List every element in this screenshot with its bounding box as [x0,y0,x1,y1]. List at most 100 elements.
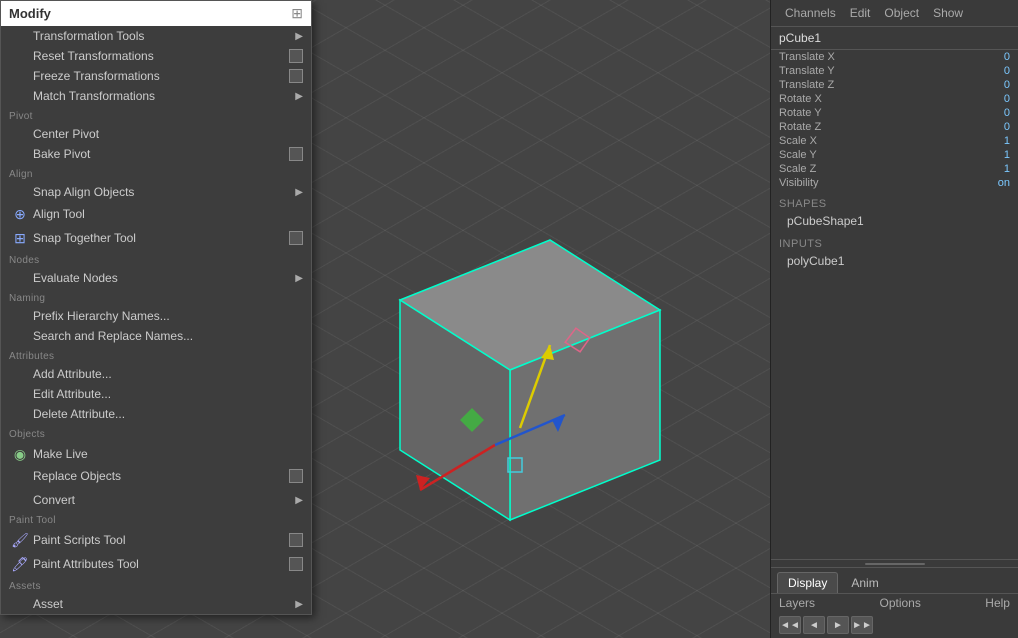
menu-item-paint-attributes-tool[interactable]: 🖊 Paint Attributes Tool [1,552,311,576]
menu-item-align-tool[interactable]: ⊕ Align Tool [1,202,311,226]
submenu-arrow: ▶ [295,599,303,610]
menu-item-transformation-tools[interactable]: Transformation Tools ▶ [1,26,311,46]
submenu-arrow: ▶ [295,273,303,284]
input-item-polycube1[interactable]: polyCube1 [771,252,1018,270]
section-assets: Assets [1,576,311,594]
menu-item-snap-together-tool[interactable]: ⊞ Snap Together Tool [1,226,311,250]
resize-handle[interactable] [865,563,925,565]
menu-items-container: Transformation Tools ▶ Reset Transformat… [1,26,311,614]
right-panel: Channels Edit Object Show pCube1 Transla… [770,0,1018,638]
item-label: Bake Pivot [33,147,90,161]
layers-btn[interactable]: Layers [779,596,815,610]
menu-item-convert[interactable]: Convert ▶ [1,490,311,510]
item-checkbox[interactable] [289,147,303,161]
tab-display[interactable]: Display [777,572,838,593]
menu-item-edit-attribute[interactable]: Edit Attribute... [1,384,311,404]
menu-item-asset[interactable]: Asset ▶ [1,594,311,614]
item-checkbox[interactable] [289,469,303,483]
channel-label: Visibility [779,177,819,189]
menu-item-make-live[interactable]: ◉ Make Live [1,442,311,466]
channel-value: 0 [970,107,1010,119]
channels-btn[interactable]: Channels [779,4,842,22]
item-label: Transformation Tools [33,29,144,43]
cube-container [320,180,700,560]
item-label: Delete Attribute... [33,407,125,421]
item-label: Center Pivot [33,127,99,141]
menu-item-evaluate-nodes[interactable]: Evaluate Nodes ▶ [1,268,311,288]
bottom-tabs: Display Anim [771,568,1018,594]
item-checkbox[interactable] [289,557,303,571]
channel-label: Rotate Y [779,107,822,119]
section-attributes: Attributes [1,346,311,364]
item-checkbox[interactable] [289,533,303,547]
submenu-arrow: ▶ [295,31,303,42]
item-checkbox[interactable] [289,231,303,245]
right-panel-header: Channels Edit Object Show [771,0,1018,27]
channel-value: 1 [970,163,1010,175]
section-nodes: Nodes [1,250,311,268]
nav-rewind-btn[interactable]: ◄◄ [779,616,801,634]
channels-list: Translate X 0 Translate Y 0 Translate Z … [771,50,1018,190]
item-label: Paint Attributes Tool [33,557,139,571]
show-btn[interactable]: Show [927,4,969,22]
item-label: Snap Together Tool [33,231,136,245]
menu-item-reset-transformations[interactable]: Reset Transformations [1,46,311,66]
menu-item-search-replace-names[interactable]: Search and Replace Names... [1,326,311,346]
channel-label: Translate Y [779,65,835,77]
channel-value: 0 [970,93,1010,105]
channel-visibility[interactable]: Visibility on [771,176,1018,190]
help-btn[interactable]: Help [985,596,1010,610]
shape-item-pcubeshape1[interactable]: pCubeShape1 [771,212,1018,230]
menu-item-delete-attribute[interactable]: Delete Attribute... [1,404,311,424]
inputs-section-header: INPUTS [771,234,1018,252]
menu-item-paint-scripts-tool[interactable]: 🖌 Paint Scripts Tool [1,528,311,552]
channel-scale-z[interactable]: Scale Z 1 [771,162,1018,176]
menu-search-icon[interactable]: ⊞ [291,5,303,22]
item-label: Paint Scripts Tool [33,533,126,547]
channel-label: Scale X [779,135,817,147]
options-btn[interactable]: Options [879,596,920,610]
channel-scale-x[interactable]: Scale X 1 [771,134,1018,148]
menu-item-match-transformations[interactable]: Match Transformations ▶ [1,86,311,106]
item-label: Reset Transformations [33,49,154,63]
channel-label: Scale Z [779,163,816,175]
section-paint-tool: Paint Tool [1,510,311,528]
object-btn[interactable]: Object [878,4,925,22]
channel-rotate-z[interactable]: Rotate Z 0 [771,120,1018,134]
nav-next-btn[interactable]: ► [827,616,849,634]
channel-translate-z[interactable]: Translate Z 0 [771,78,1018,92]
submenu-arrow: ▶ [295,187,303,198]
item-checkbox[interactable] [289,69,303,83]
nav-forward-btn[interactable]: ►► [851,616,873,634]
channel-rotate-x[interactable]: Rotate X 0 [771,92,1018,106]
channel-translate-y[interactable]: Translate Y 0 [771,64,1018,78]
menu-item-add-attribute[interactable]: Add Attribute... [1,364,311,384]
item-label: Convert [33,493,75,507]
menu-item-snap-align-objects[interactable]: Snap Align Objects ▶ [1,182,311,202]
channel-value: on [970,177,1010,189]
channel-label: Translate X [779,51,835,63]
submenu-arrow: ▶ [295,91,303,102]
menu-item-prefix-hierarchy-names[interactable]: Prefix Hierarchy Names... [1,306,311,326]
edit-btn[interactable]: Edit [844,4,877,22]
channel-translate-x[interactable]: Translate X 0 [771,50,1018,64]
item-label: Snap Align Objects [33,185,134,199]
channel-rotate-y[interactable]: Rotate Y 0 [771,106,1018,120]
menu-item-bake-pivot[interactable]: Bake Pivot [1,144,311,164]
channel-label: Rotate X [779,93,822,105]
menu-item-replace-objects[interactable]: Replace Objects [1,466,311,486]
nav-prev-btn[interactable]: ◄ [803,616,825,634]
item-label: Add Attribute... [33,367,112,381]
channel-value: 0 [970,79,1010,91]
menu-search-bar[interactable]: Modify ⊞ [1,1,311,26]
item-checkbox[interactable] [289,49,303,63]
item-label: Prefix Hierarchy Names... [33,309,170,323]
channel-label: Scale Y [779,149,817,161]
tab-anim[interactable]: Anim [840,572,889,593]
channel-scale-y[interactable]: Scale Y 1 [771,148,1018,162]
menu-item-freeze-transformations[interactable]: Freeze Transformations [1,66,311,86]
item-label: Align Tool [33,207,85,221]
menu-item-center-pivot[interactable]: Center Pivot [1,124,311,144]
modify-label: Modify [9,6,51,21]
item-label: Search and Replace Names... [33,329,193,343]
